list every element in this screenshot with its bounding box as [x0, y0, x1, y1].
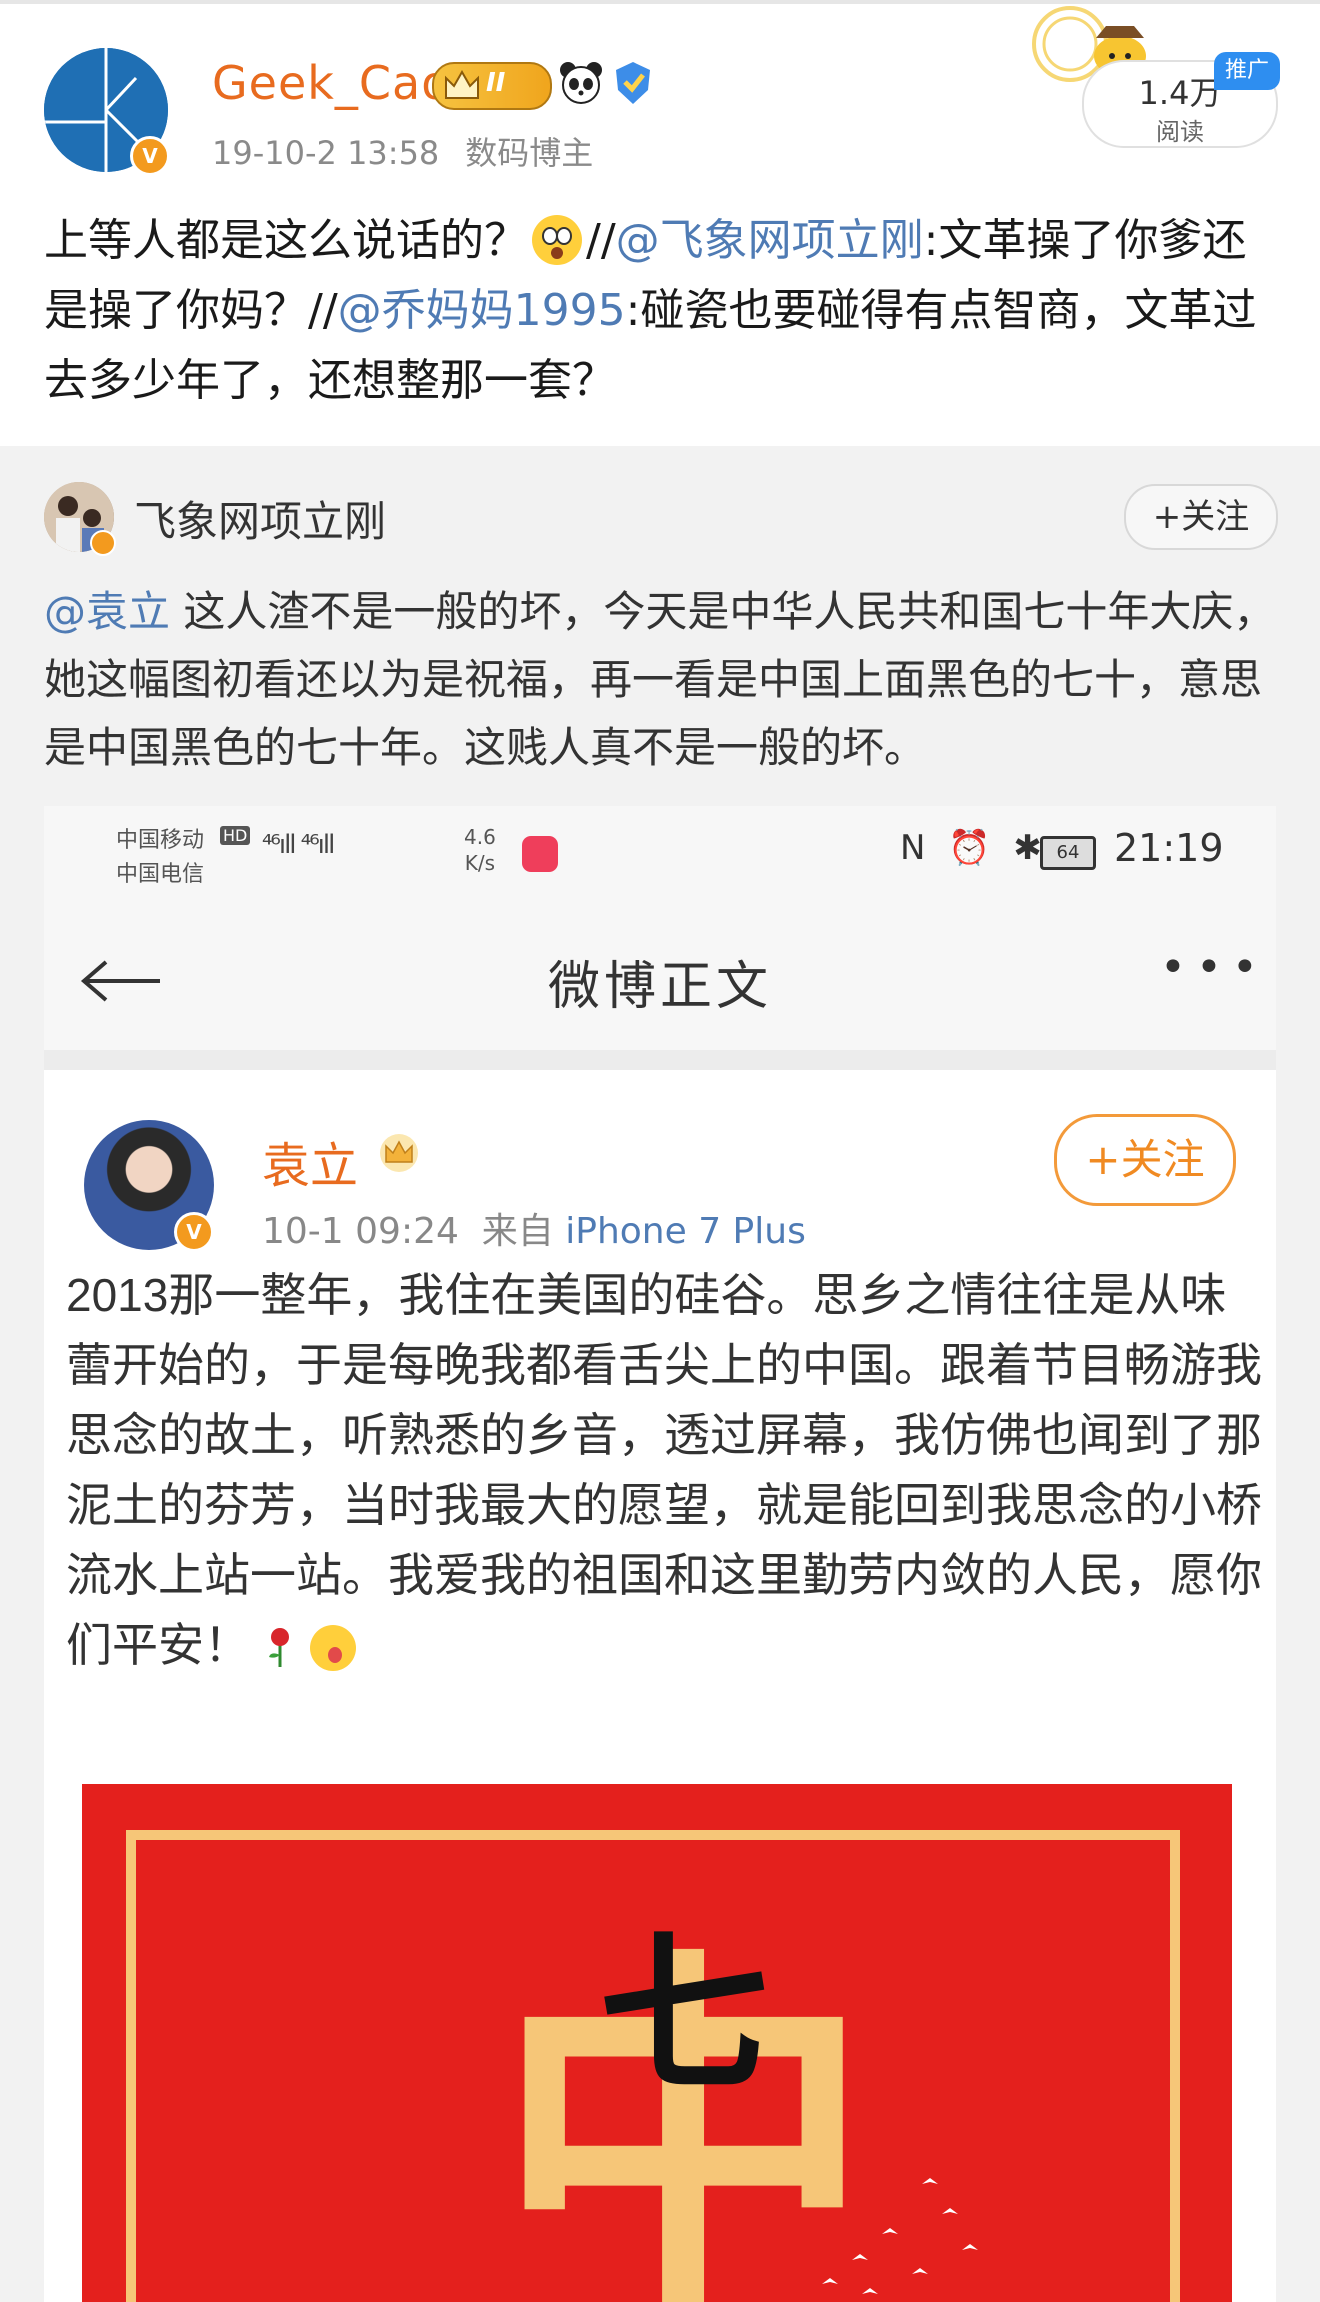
verified-v-icon: V	[174, 1212, 214, 1252]
more-options-icon[interactable]: •••	[1160, 942, 1268, 993]
yuan-post-meta: 10-1 09:24 来自 iPhone 7 Plus	[262, 1202, 806, 1254]
post-meta: 19-10-2 13:58 数码博主	[212, 128, 593, 174]
source-prefix: 来自	[481, 1211, 566, 1252]
signal-icon: ⁴⁶ıll ⁴⁶ıll	[262, 830, 335, 860]
network-speed: 4.6 K/s	[464, 824, 496, 876]
status-icons: N ⏰ ✱	[900, 828, 1048, 868]
app-notification-icon	[522, 836, 558, 872]
speed-value: 4.6	[464, 825, 496, 849]
rose-emoji-icon	[268, 1628, 289, 1667]
shocked-emoji-icon	[532, 215, 582, 265]
source-device: iPhone 7 Plus	[565, 1211, 806, 1252]
ad-tag: 推广	[1214, 52, 1280, 90]
mention-link[interactable]: @袁立	[44, 587, 170, 636]
carrier-labels: 中国移动 中国电信	[116, 824, 204, 892]
poster-char-qi: 七	[599, 1917, 769, 2115]
speed-unit: K/s	[464, 851, 496, 875]
divider	[44, 1050, 1276, 1070]
verified-v-icon	[90, 530, 116, 556]
birds-icon	[822, 2178, 978, 2294]
post-text-segment: 上等人都是这么说话的？	[44, 215, 528, 266]
mention-link[interactable]: @乔妈妈1995	[338, 285, 626, 336]
carrier-2: 中国电信	[116, 862, 205, 887]
post-category: 数码博主	[465, 134, 594, 172]
repost-body: @袁立 这人渣不是一般的坏，今天是中华人民共和国七十年大庆，她这幅图初看还以为是…	[44, 578, 1284, 782]
panda-icon[interactable]	[558, 60, 604, 106]
kiss-emoji-icon	[309, 1625, 356, 1671]
shield-icon[interactable]	[612, 60, 654, 106]
post-text-segment: //	[586, 215, 616, 266]
embedded-screenshot[interactable]: 中国移动 中国电信 HD ⁴⁶ıll ⁴⁶ıll 4.6 K/s N ⏰ ✱ 6…	[44, 806, 1276, 2302]
post-body: 上等人都是这么说话的？//@飞象网项立刚:文革操了你爹还是操了你妈？//@乔妈妈…	[44, 206, 1284, 416]
yuan-post-text: 2013那一整年，我住在美国的硅谷。思乡之情往往是从味蕾开始的，于是每晚我都看舌…	[66, 1269, 1262, 1671]
crown-icon	[445, 69, 479, 99]
level-number: II	[486, 68, 506, 98]
follow-button[interactable]: +关注	[1124, 484, 1278, 550]
carrier-1: 中国移动	[116, 828, 205, 853]
post-timestamp: 19-10-2 13:58	[212, 134, 440, 172]
crown-icon	[380, 1134, 418, 1172]
read-count-label: 阅读	[1156, 118, 1204, 146]
repost-username[interactable]: 飞象网项立刚	[134, 488, 386, 549]
follow-button[interactable]: +关注	[1054, 1114, 1236, 1206]
member-level-badge[interactable]: II	[432, 62, 552, 110]
mention-link[interactable]: @飞象网项立刚	[616, 215, 924, 266]
yuan-post-time: 10-1 09:24	[262, 1211, 459, 1252]
yuan-username[interactable]: 袁立	[262, 1126, 358, 1196]
repost-text: 这人渣不是一般的坏，今天是中华人民共和国七十年大庆，她这幅图初看还以为是祝福，再…	[44, 587, 1276, 772]
verified-v-icon: V	[130, 136, 170, 176]
poster-image[interactable]: 中 七	[82, 1784, 1232, 2302]
hd-badge: HD	[220, 826, 251, 845]
battery-icon: 64	[1040, 836, 1096, 870]
nav-title: 微博正文	[547, 957, 772, 1017]
yuan-post-body: 2013那一整年，我住在美国的硅谷。思乡之情往往是从味蕾开始的，于是每晚我都看舌…	[66, 1260, 1266, 1680]
status-time: 21:19	[1114, 826, 1224, 870]
post-username[interactable]: Geek_Cao	[212, 56, 450, 110]
